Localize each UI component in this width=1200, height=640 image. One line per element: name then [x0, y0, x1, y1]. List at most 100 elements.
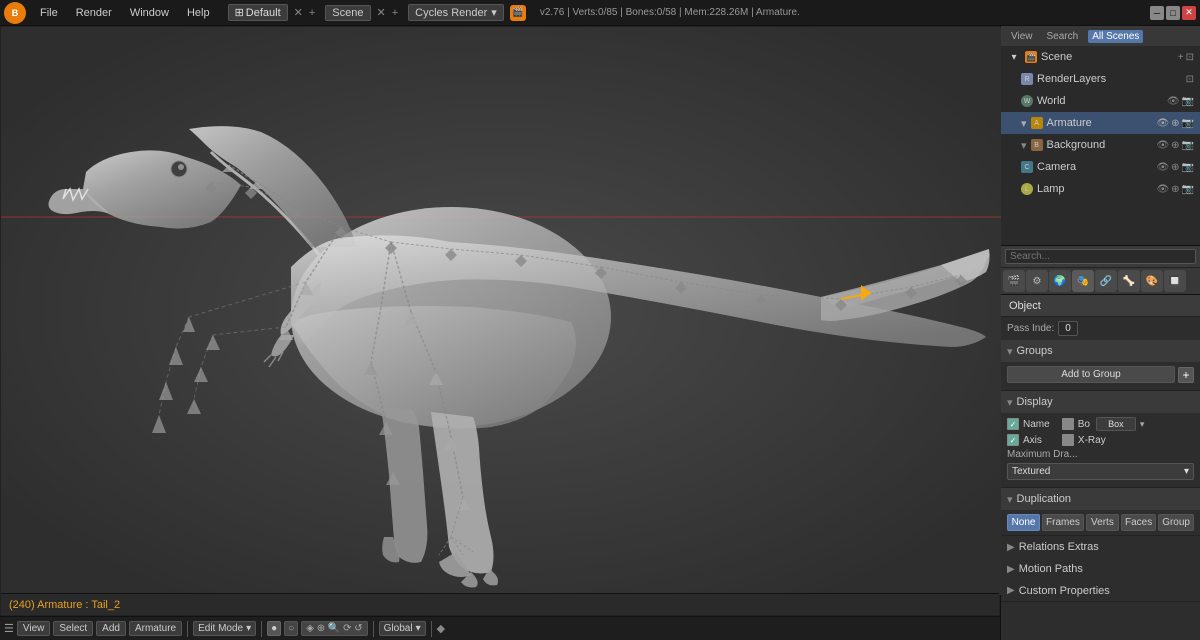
- lamp-render-icon[interactable]: 📷: [1182, 184, 1194, 195]
- outliner-view-btn[interactable]: View: [1007, 30, 1037, 43]
- toolbar-separator-3: [373, 621, 374, 637]
- add-to-group-button[interactable]: Add to Group: [1007, 366, 1175, 383]
- prop-tab-material[interactable]: 🎨: [1141, 270, 1163, 292]
- render-engine-arrow: ▾: [491, 6, 497, 19]
- camera-select-icon[interactable]: ⊕: [1171, 162, 1179, 173]
- prop-tab-scene[interactable]: ⚙: [1026, 270, 1048, 292]
- transform-space-selector[interactable]: Global ▾: [379, 621, 426, 636]
- add-group-plus-button[interactable]: +: [1178, 367, 1194, 383]
- maximize-button[interactable]: □: [1166, 6, 1180, 20]
- pivot-point-icon: ◆: [437, 622, 445, 635]
- outliner-item-scene[interactable]: ▾ 🎬 Scene + ⊡: [1001, 46, 1200, 68]
- box-value[interactable]: Box: [1096, 417, 1136, 431]
- view-menu-button[interactable]: View: [17, 621, 51, 636]
- duplication-section-header[interactable]: ▾ Duplication: [1001, 488, 1200, 510]
- textured-selector[interactable]: Textured ▾: [1007, 463, 1194, 480]
- outliner-lamp-label: Lamp: [1037, 183, 1065, 195]
- mode-selector[interactable]: Edit Mode ▾: [193, 621, 256, 636]
- outliner-item-renderlayers[interactable]: R RenderLayers ⊡: [1001, 68, 1200, 90]
- toolbar-separator-1: [187, 621, 188, 637]
- custom-properties-arrow-icon: ▶: [1007, 585, 1015, 596]
- duplication-section-label: Duplication: [1017, 493, 1071, 505]
- scene-copy-icon[interactable]: ⊡: [1186, 52, 1194, 63]
- relations-extras-row[interactable]: ▶ Relations Extras: [1001, 536, 1200, 558]
- dup-faces-button[interactable]: Faces: [1121, 514, 1156, 531]
- axis-checkbox-row: ✓ Axis X-Ray: [1007, 434, 1194, 446]
- outliner-item-world[interactable]: W World 👁 📷: [1001, 90, 1200, 112]
- xray-checkbox[interactable]: [1062, 434, 1074, 446]
- world-visibility-icon[interactable]: 👁: [1167, 96, 1180, 107]
- outliner-background-label: Background: [1047, 139, 1106, 151]
- armature-render-icon[interactable]: 📷: [1182, 118, 1194, 129]
- background-select-icon[interactable]: ⊕: [1171, 140, 1179, 151]
- custom-properties-row[interactable]: ▶ Custom Properties: [1001, 580, 1200, 602]
- lamp-visibility-icon[interactable]: 👁: [1156, 184, 1169, 195]
- prop-tab-render[interactable]: 🎬: [1003, 270, 1025, 292]
- viewport-shading-solid[interactable]: ●: [267, 621, 281, 636]
- render-engine-name: Cycles Render: [415, 7, 487, 19]
- outliner-renderlayers-label: RenderLayers: [1037, 73, 1106, 85]
- search-input[interactable]: [1005, 249, 1196, 264]
- box-arrow-icon: ▾: [1140, 419, 1145, 430]
- camera-visibility-icon[interactable]: 👁: [1156, 162, 1169, 173]
- add-menu-button[interactable]: Add: [96, 621, 126, 636]
- object-context-label: Object: [1001, 295, 1200, 317]
- menu-window[interactable]: Window: [122, 5, 177, 21]
- pass-index-value[interactable]: 0: [1058, 321, 1078, 336]
- prop-tab-texture[interactable]: 🔲: [1164, 270, 1186, 292]
- scene-selector[interactable]: Scene: [325, 5, 370, 21]
- duplication-buttons: None Frames Verts Faces Group: [1007, 514, 1194, 531]
- prop-tab-data[interactable]: 🦴: [1118, 270, 1140, 292]
- armature-visibility-icon[interactable]: 👁: [1156, 118, 1169, 129]
- prop-tab-object[interactable]: 🎭: [1072, 270, 1094, 292]
- viewport-shading-wire[interactable]: ○: [284, 621, 298, 636]
- selected-object-info: (240) Armature : Tail_2: [9, 599, 120, 611]
- prop-tab-world[interactable]: 🌍: [1049, 270, 1071, 292]
- camera-render-icon[interactable]: 📷: [1182, 162, 1194, 173]
- lamp-select-icon[interactable]: ⊕: [1171, 184, 1179, 195]
- scene-add-icon[interactable]: +: [1178, 52, 1184, 63]
- scene-item-controls: + ⊡: [1178, 52, 1194, 63]
- display-section: ▾ Display ✓ Name Bo Box ▾: [1001, 391, 1200, 488]
- dup-verts-button[interactable]: Verts: [1086, 514, 1119, 531]
- background-expand-icon: ▾: [1021, 139, 1027, 152]
- outliner-item-background[interactable]: ▾ B Background 👁 ⊕ 📷: [1001, 134, 1200, 156]
- motion-paths-row[interactable]: ▶ Motion Paths: [1001, 558, 1200, 580]
- relations-extras-label: Relations Extras: [1019, 541, 1099, 553]
- 3d-viewport[interactable]: Front Ortho: [0, 26, 1000, 616]
- close-button[interactable]: ✕: [1182, 6, 1196, 20]
- world-controls: 👁 📷: [1167, 96, 1194, 107]
- menu-render[interactable]: Render: [68, 5, 120, 21]
- armature-select-icon[interactable]: ⊕: [1171, 118, 1179, 129]
- groups-section-header[interactable]: ▾ Groups: [1001, 340, 1200, 362]
- world-render-icon[interactable]: 📷: [1182, 96, 1194, 107]
- max-draw-row: Maximum Dra...: [1007, 449, 1194, 460]
- renderlayers-eye[interactable]: ⊡: [1186, 74, 1194, 85]
- bo-checkbox[interactable]: [1062, 418, 1074, 430]
- outliner-item-armature[interactable]: ▾ A Armature 👁 ⊕ 📷: [1001, 112, 1200, 134]
- name-checkbox[interactable]: ✓: [1007, 418, 1019, 430]
- display-section-header[interactable]: ▾ Display: [1001, 391, 1200, 413]
- custom-properties-label: Custom Properties: [1019, 585, 1110, 597]
- blender-logo[interactable]: B: [4, 2, 26, 24]
- render-engine-selector[interactable]: Cycles Render ▾: [408, 4, 504, 21]
- outliner-search-btn[interactable]: Search: [1043, 30, 1083, 43]
- select-menu-button[interactable]: Select: [53, 621, 93, 636]
- outliner-all-scenes-btn[interactable]: All Scenes: [1088, 30, 1143, 43]
- menu-help[interactable]: Help: [179, 5, 218, 21]
- dup-frames-button[interactable]: Frames: [1042, 514, 1084, 531]
- motion-paths-label: Motion Paths: [1019, 563, 1083, 575]
- background-visibility-icon[interactable]: 👁: [1156, 140, 1169, 151]
- outliner-item-lamp[interactable]: L Lamp 👁 ⊕ 📷: [1001, 178, 1200, 200]
- axis-checkbox[interactable]: ✓: [1007, 434, 1019, 446]
- viewport-icons-group[interactable]: ◈ ⊕ 🔍 ⟳ ↺: [301, 621, 367, 636]
- dup-group-button[interactable]: Group: [1158, 514, 1194, 531]
- armature-menu-button[interactable]: Armature: [129, 621, 182, 636]
- menu-file[interactable]: File: [32, 5, 66, 21]
- workspace-selector[interactable]: ⊞ Default: [228, 4, 288, 21]
- minimize-button[interactable]: ─: [1150, 6, 1164, 20]
- prop-tab-constraints[interactable]: 🔗: [1095, 270, 1117, 292]
- outliner-item-camera[interactable]: C Camera 👁 ⊕ 📷: [1001, 156, 1200, 178]
- dup-none-button[interactable]: None: [1007, 514, 1040, 531]
- background-render-icon[interactable]: 📷: [1182, 140, 1194, 151]
